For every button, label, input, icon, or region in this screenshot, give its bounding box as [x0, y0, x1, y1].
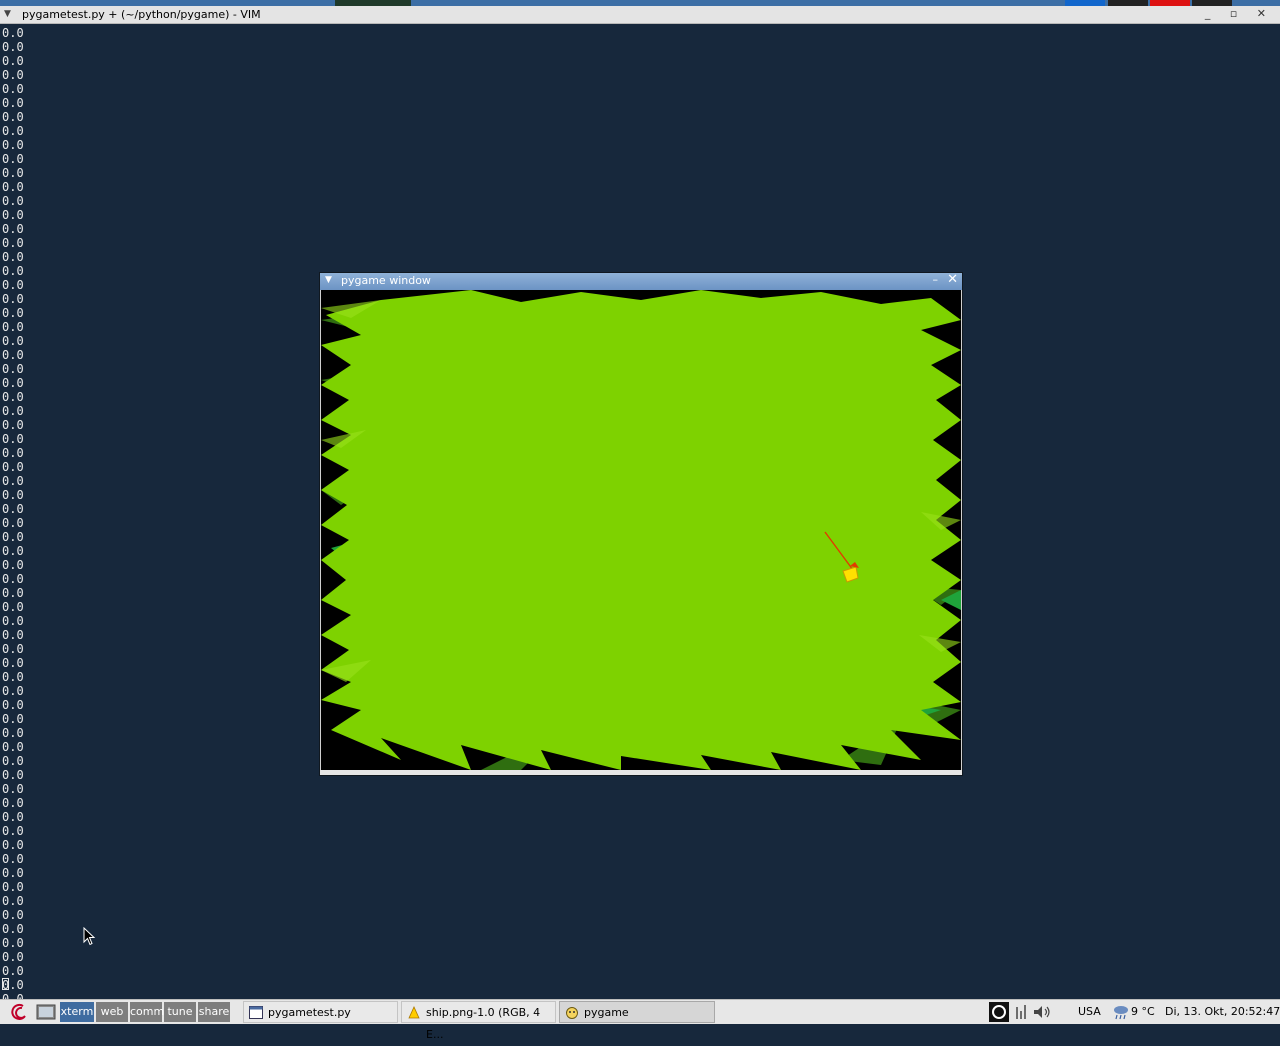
terminal-line: 0.0 — [2, 82, 24, 96]
terminal-line: 0.0 — [2, 838, 24, 852]
terminal-line: 0.0 — [2, 810, 24, 824]
terminal-line: 0.0 — [2, 54, 24, 68]
terminal-line: 0.0 — [2, 180, 24, 194]
workspace-xterm[interactable]: xterm — [60, 1002, 94, 1022]
terminal-line: 0.0 — [2, 166, 24, 180]
terminal-line: 0.0 — [2, 978, 24, 992]
workspace-share[interactable]: share — [198, 1002, 230, 1022]
terminal-line: 0.0 — [2, 68, 24, 82]
gimp-icon — [408, 1006, 420, 1019]
vim-window-controls[interactable]: _ ▫ ✕ — [1205, 7, 1274, 20]
terminal-line: 0.0 — [2, 236, 24, 250]
workspace-web[interactable]: web — [96, 1002, 128, 1022]
network-icon[interactable] — [1013, 1001, 1029, 1023]
minimize-button[interactable]: – — [933, 273, 939, 286]
close-button[interactable]: ✕ — [947, 272, 958, 287]
terminal-line: 0.0 — [2, 964, 24, 978]
terminal-line: 0.0 — [2, 824, 24, 838]
terminal-line: 0.0 — [2, 852, 24, 866]
locale-indicator[interactable]: USA — [1078, 1001, 1101, 1023]
terminal-line: 0.0 — [2, 138, 24, 152]
terminal-line: 0.0 — [2, 894, 24, 908]
terminal-line: 0.0 — [2, 222, 24, 236]
task-pygame[interactable]: pygame — [559, 1001, 715, 1023]
show-desktop-icon[interactable] — [35, 1002, 57, 1022]
task-pygametest[interactable]: pygametest.py — [243, 1001, 398, 1023]
terminal-line: 0.0 — [2, 152, 24, 166]
game-canvas[interactable] — [321, 290, 961, 770]
pygame-window-title: pygame window — [341, 274, 431, 287]
terminal-cursor — [2, 978, 9, 990]
pygame-window[interactable]: ▼ pygame window – ✕ — [320, 272, 962, 775]
terminal-line: 0.0 — [2, 950, 24, 964]
terminal-line: 0.0 — [2, 208, 24, 222]
temperature-readout: 9 °C — [1131, 1005, 1155, 1018]
window-icon — [249, 1006, 263, 1019]
pygame-icon — [566, 1007, 578, 1019]
terminal-line: 0.0 — [2, 796, 24, 810]
debian-menu-icon[interactable] — [10, 1002, 32, 1022]
window-menu-icon[interactable]: ▼ — [325, 275, 332, 285]
terminal-line: 0.0 — [2, 96, 24, 110]
terminal-line: 0.0 — [2, 866, 24, 880]
pygame-window-titlebar[interactable]: ▼ pygame window – ✕ — [320, 272, 962, 290]
grass-field — [321, 290, 961, 770]
taskbar: xterm web comm tune share pygametest.py … — [0, 999, 1280, 1041]
clock[interactable]: Di, 13. Okt, 20:52:47 — [1165, 1001, 1280, 1023]
workspace-comm[interactable]: comm — [130, 1002, 164, 1022]
terminal-line: 0.0 — [2, 880, 24, 894]
tray-app-icon[interactable] — [988, 1001, 1010, 1023]
volume-icon[interactable] — [1031, 1001, 1053, 1023]
terminal-line: 0.0 — [2, 124, 24, 138]
vim-window-title: pygametest.py + (~/python/pygame) - VIM — [22, 8, 261, 21]
window-menu-icon[interactable]: ▼ — [4, 9, 11, 19]
task-label: pygame — [584, 1006, 629, 1019]
terminal-line: 0.0 — [2, 908, 24, 922]
terminal-line: 0.0 — [2, 40, 24, 54]
task-label: pygametest.py — [268, 1006, 351, 1019]
vim-window-titlebar[interactable]: ▼ pygametest.py + (~/python/pygame) - VI… — [0, 6, 1280, 24]
mouse-pointer-icon — [83, 927, 96, 946]
terminal-line: 0.0 — [2, 194, 24, 208]
workspace-tune[interactable]: tune — [164, 1002, 196, 1022]
weather-icon — [1114, 1006, 1128, 1020]
terminal-line: 0.0 — [2, 250, 24, 264]
terminal-line: 0.0 — [2, 110, 24, 124]
pygame-window-bottom-border — [320, 770, 962, 775]
terminal-line: 0.0 — [2, 26, 24, 40]
task-ship-png[interactable]: ship.png-1.0 (RGB, 4 E... — [401, 1001, 556, 1041]
terminal-line: 0.0 — [2, 782, 24, 796]
